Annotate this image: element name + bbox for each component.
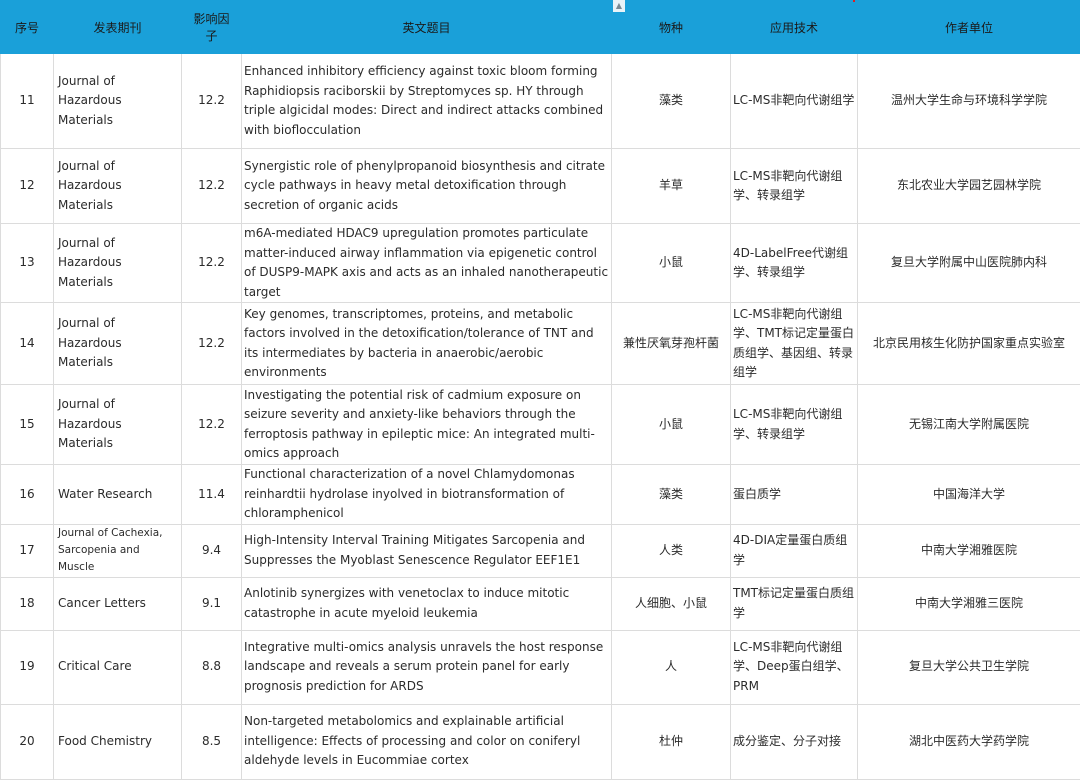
row-species: 小鼠 [612,224,731,303]
row-affiliation: 温州大学生命与环境科学学院 [858,54,1080,149]
row-affiliation: 湖北中医药大学药学院 [858,704,1080,779]
row-title: Synergistic role of phenylpropanoid bios… [242,149,612,224]
row-impact: 8.5 [182,704,242,779]
header-species: 物种 [612,1,731,54]
row-affiliation: 北京民用核生化防护国家重点实验室 [858,303,1080,385]
table-row: 13 Journal of Hazardous Materials 12.2 m… [1,224,1080,303]
row-impact: 9.1 [182,577,242,630]
row-technology: 4D-DIA定量蛋白质组学 [731,524,858,577]
row-species: 人类 [612,524,731,577]
table-row: 19 Critical Care 8.8 Integrative multi-o… [1,630,1080,704]
row-species: 藻类 [612,54,731,149]
row-journal: Cancer Letters [54,577,182,630]
row-impact: 12.2 [182,224,242,303]
table-row: 12 Journal of Hazardous Materials 12.2 S… [1,149,1080,224]
row-index: 17 [1,524,54,577]
header-title: 英文题目 [242,1,612,54]
table-row: 18 Cancer Letters 9.1 Anlotinib synergiz… [1,577,1080,630]
table-row: 14 Journal of Hazardous Materials 12.2 K… [1,303,1080,385]
row-species: 羊草 [612,149,731,224]
row-index: 12 [1,149,54,224]
row-affiliation: 无锡江南大学附属医院 [858,385,1080,465]
table-row: 16 Water Research 11.4 Functional charac… [1,465,1080,525]
row-technology: TMT标记定量蛋白质组学 [731,577,858,630]
row-species: 藻类 [612,465,731,525]
table-row: 15 Journal of Hazardous Materials 12.2 I… [1,385,1080,465]
row-title: High-Intensity Interval Training Mitigat… [242,524,612,577]
row-affiliation: 东北农业大学园艺园林学院 [858,149,1080,224]
row-technology: 蛋白质学 [731,465,858,525]
row-index: 13 [1,224,54,303]
row-title: Non-targeted metabolomics and explainabl… [242,704,612,779]
collapse-icon[interactable]: ▲ [613,0,625,12]
row-title: Integrative multi-omics analysis unravel… [242,630,612,704]
row-affiliation: 中国海洋大学 [858,465,1080,525]
row-technology: 4D-LabelFree代谢组学、转录组学 [731,224,858,303]
row-technology: LC-MS非靶向代谢组学、转录组学 [731,385,858,465]
row-title: Enhanced inhibitory efficiency against t… [242,54,612,149]
header-impact-factor: 影响因子 [182,1,242,54]
row-journal: Water Research [54,465,182,525]
row-index: 14 [1,303,54,385]
table-header-row: 序号 发表期刊 影响因子 英文题目 物种 应用技术 作者单位 [1,1,1080,54]
row-title: Anlotinib synergizes with venetoclax to … [242,577,612,630]
marker-dot [853,0,855,2]
row-species: 兼性厌氧芽孢杆菌 [612,303,731,385]
table-row: 11 Journal of Hazardous Materials 12.2 E… [1,54,1080,149]
row-technology: LC-MS非靶向代谢组学、转录组学 [731,149,858,224]
row-species: 人细胞、小鼠 [612,577,731,630]
table-row: 17 Journal of Cachexia, Sarcopenia and M… [1,524,1080,577]
table-row: 20 Food Chemistry 8.5 Non-targeted metab… [1,704,1080,779]
row-technology: LC-MS非靶向代谢组学 [731,54,858,149]
row-title: Key genomes, transcriptomes, proteins, a… [242,303,612,385]
row-affiliation: 中南大学湘雅医院 [858,524,1080,577]
row-title: Functional characterization of a novel C… [242,465,612,525]
row-affiliation: 中南大学湘雅三医院 [858,577,1080,630]
row-impact: 12.2 [182,149,242,224]
row-journal: Journal of Hazardous Materials [54,224,182,303]
publication-table: 序号 发表期刊 影响因子 英文题目 物种 应用技术 作者单位 11 Journa… [0,0,1080,780]
row-technology: LC-MS非靶向代谢组学、Deep蛋白组学、PRM [731,630,858,704]
row-technology: 成分鉴定、分子对接 [731,704,858,779]
row-species: 小鼠 [612,385,731,465]
row-journal: Journal of Hazardous Materials [54,54,182,149]
row-journal: Journal of Cachexia, Sarcopenia and Musc… [54,524,182,577]
row-journal: Journal of Hazardous Materials [54,303,182,385]
header-journal: 发表期刊 [54,1,182,54]
row-index: 19 [1,630,54,704]
row-journal: Journal of Hazardous Materials [54,385,182,465]
row-technology: LC-MS非靶向代谢组学、TMT标记定量蛋白质组学、基因组、转录组学 [731,303,858,385]
header-technology: 应用技术 [731,1,858,54]
row-journal: Journal of Hazardous Materials [54,149,182,224]
header-affiliation: 作者单位 [858,1,1080,54]
row-impact: 11.4 [182,465,242,525]
row-journal: Food Chemistry [54,704,182,779]
row-impact: 12.2 [182,385,242,465]
row-species: 人 [612,630,731,704]
row-index: 11 [1,54,54,149]
row-affiliation: 复旦大学公共卫生学院 [858,630,1080,704]
row-index: 18 [1,577,54,630]
row-species: 杜仲 [612,704,731,779]
row-impact: 12.2 [182,303,242,385]
row-journal: Critical Care [54,630,182,704]
row-impact: 12.2 [182,54,242,149]
row-impact: 9.4 [182,524,242,577]
row-index: 20 [1,704,54,779]
header-index: 序号 [1,1,54,54]
row-impact: 8.8 [182,630,242,704]
row-index: 15 [1,385,54,465]
row-affiliation: 复旦大学附属中山医院肺内科 [858,224,1080,303]
row-title: m6A-mediated HDAC9 upregulation promotes… [242,224,612,303]
row-index: 16 [1,465,54,525]
row-title: Investigating the potential risk of cadm… [242,385,612,465]
